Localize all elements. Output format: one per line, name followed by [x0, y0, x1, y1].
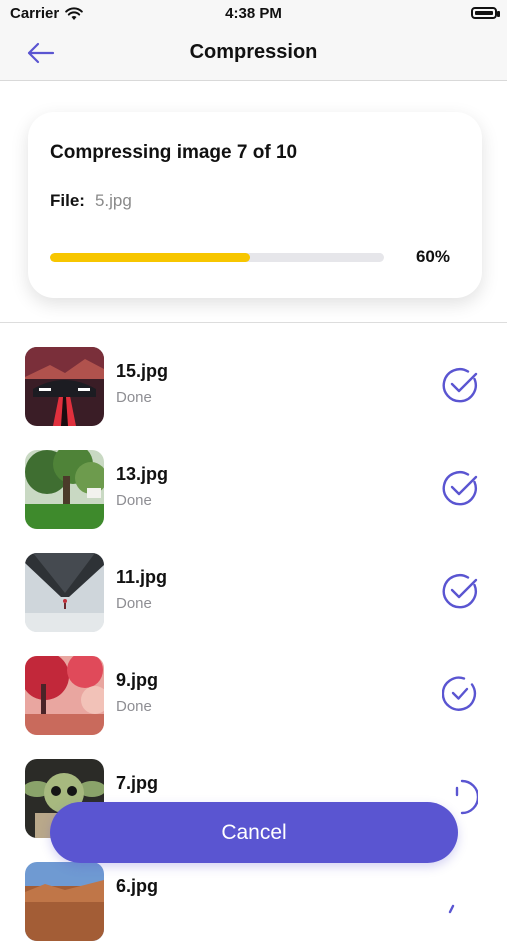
progress-title: Compressing image 7 of 10	[50, 142, 298, 163]
item-name: 13.jpg	[116, 464, 169, 484]
item-name: 7.jpg	[116, 773, 159, 793]
thumbnail-mountain	[25, 553, 104, 632]
nav-bar: Compression	[0, 28, 507, 81]
status-bar: Carrier 4:38 PM	[0, 0, 507, 28]
cancel-button[interactable]: Cancel	[50, 802, 458, 863]
check-circle-icon[interactable]	[442, 676, 478, 712]
status-time: 4:38 PM	[225, 5, 282, 22]
progress-bar	[50, 253, 384, 262]
progress-percent: 60%	[415, 247, 450, 266]
list-item[interactable]: 9.jpg Done	[0, 632, 507, 735]
page-title: Compression	[189, 41, 318, 63]
item-name: 9.jpg	[116, 670, 159, 690]
item-name: 15.jpg	[116, 361, 169, 381]
item-status: Done	[116, 492, 152, 509]
list-item[interactable]: 11.jpg Done	[0, 529, 507, 632]
list-item[interactable]: 15.jpg Done	[0, 323, 507, 426]
check-circle-icon[interactable]	[442, 470, 478, 506]
item-status: Done	[116, 389, 152, 406]
thumbnail-autumn	[25, 656, 104, 735]
list-item[interactable]: 13.jpg Done	[0, 426, 507, 529]
progress-bar-fill	[50, 253, 251, 262]
item-name: 6.jpg	[116, 876, 159, 896]
battery-icon	[471, 7, 500, 19]
thumbnail-desert	[25, 862, 104, 941]
item-status: Done	[116, 595, 152, 612]
loading-spinner-icon	[448, 904, 455, 914]
file-row: File: 5.jpg	[50, 191, 132, 211]
thumbnail-tree	[25, 450, 104, 529]
file-name: 5.jpg	[94, 191, 132, 210]
check-circle-icon[interactable]	[442, 573, 478, 609]
file-label: File:	[50, 191, 85, 210]
check-circle-icon[interactable]	[442, 367, 478, 403]
thumbnail-car	[25, 347, 104, 426]
item-name: 11.jpg	[116, 567, 168, 587]
item-status: Done	[116, 698, 152, 715]
progress-card: Compressing image 7 of 10 File: 5.jpg 60%	[28, 112, 482, 298]
